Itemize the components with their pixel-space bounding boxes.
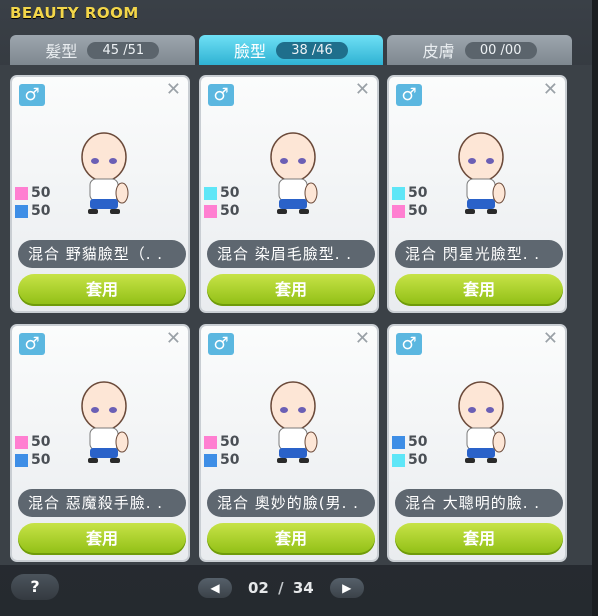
stat-row: 50 <box>15 184 50 202</box>
apply-button[interactable]: 套用 <box>395 523 563 555</box>
beauty-room-window: BEAUTY ROOM 髮型 45 /51 臉型 38 /46 皮膚 00 /0… <box>0 0 598 616</box>
avatar-icon <box>270 132 318 214</box>
face-card[interactable]: ♂ ✕ 50 50 <box>387 324 567 562</box>
apply-button[interactable]: 套用 <box>18 274 186 306</box>
male-icon: ♂ <box>19 84 45 106</box>
avatar-icon <box>81 381 129 463</box>
stat-value: 50 <box>408 452 428 468</box>
stat-value: 50 <box>220 452 240 468</box>
window-title: BEAUTY ROOM <box>10 4 139 22</box>
tab-face-label: 臉型 <box>234 42 267 61</box>
category-tabs: 髮型 45 /51 臉型 38 /46 皮膚 00 /00 <box>10 35 573 65</box>
tab-face[interactable]: 臉型 38 /46 <box>198 35 384 65</box>
stat-row: 50 <box>392 451 427 469</box>
male-icon: ♂ <box>396 84 422 106</box>
male-icon: ♂ <box>19 333 45 355</box>
close-icon[interactable]: ✕ <box>355 330 370 348</box>
tab-face-count: 38 /46 <box>276 41 349 59</box>
stats: 50 50 <box>392 184 427 220</box>
face-name: 混合 大聰明的臉. . <box>395 489 563 517</box>
color-swatch <box>15 186 28 200</box>
face-card[interactable]: ♂ ✕ 50 50 <box>10 75 190 313</box>
help-button[interactable]: ? <box>11 574 59 600</box>
close-icon[interactable]: ✕ <box>543 81 558 99</box>
close-icon[interactable]: ✕ <box>166 330 181 348</box>
avatar-icon <box>270 381 318 463</box>
stat-value: 50 <box>408 434 428 450</box>
color-swatch <box>204 453 217 467</box>
stat-value: 50 <box>220 185 240 201</box>
stat-row: 50 <box>204 184 239 202</box>
face-name: 混合 奧妙的臉(男. . <box>207 489 375 517</box>
close-icon[interactable]: ✕ <box>543 330 558 348</box>
stats: 50 50 <box>392 433 427 469</box>
stat-value: 50 <box>220 434 240 450</box>
stat-row: 50 <box>392 433 427 451</box>
stats: 50 50 <box>204 433 239 469</box>
page-indicator: 02 / 34 <box>248 579 314 597</box>
apply-button[interactable]: 套用 <box>395 274 563 306</box>
stat-value: 50 <box>31 434 51 450</box>
next-page-button[interactable]: ▶ <box>329 578 364 598</box>
color-swatch <box>204 186 217 200</box>
male-icon: ♂ <box>208 333 234 355</box>
face-card[interactable]: ♂ ✕ 50 50 <box>199 75 379 313</box>
stat-value: 50 <box>408 203 428 219</box>
pagination: ◀ 02 / 34 ▶ <box>198 578 364 598</box>
apply-button[interactable]: 套用 <box>18 523 186 555</box>
color-swatch <box>392 204 405 218</box>
color-swatch <box>204 435 217 449</box>
tab-hair-label: 髮型 <box>45 42 78 61</box>
prev-page-button[interactable]: ◀ <box>198 578 232 598</box>
face-name: 混合 染眉毛臉型. . <box>207 240 375 268</box>
tab-hair-count: 45 /51 <box>87 41 160 59</box>
avatar-icon <box>81 132 129 214</box>
tab-skin[interactable]: 皮膚 00 /00 <box>387 35 573 65</box>
tab-skin-count: 00 /00 <box>464 41 537 59</box>
face-card[interactable]: ♂ ✕ 50 50 <box>199 324 379 562</box>
stat-value: 50 <box>31 203 51 219</box>
face-name: 混合 野貓臉型（. . <box>18 240 186 268</box>
stat-row: 50 <box>392 202 427 220</box>
stats: 50 50 <box>15 433 50 469</box>
tab-skin-label: 皮膚 <box>422 42 455 61</box>
color-swatch <box>392 435 405 449</box>
avatar-icon <box>458 132 506 214</box>
color-swatch <box>204 204 217 218</box>
stat-row: 50 <box>204 433 239 451</box>
male-icon: ♂ <box>396 333 422 355</box>
apply-button[interactable]: 套用 <box>207 523 375 555</box>
face-name: 混合 惡魔殺手臉. . <box>18 489 186 517</box>
stat-row: 50 <box>15 433 50 451</box>
apply-button[interactable]: 套用 <box>207 274 375 306</box>
face-card[interactable]: ♂ ✕ 50 50 <box>387 75 567 313</box>
color-swatch <box>15 453 28 467</box>
stat-row: 50 <box>204 202 239 220</box>
color-swatch <box>392 186 405 200</box>
page-separator: / <box>278 579 284 597</box>
tab-hair[interactable]: 髮型 45 /51 <box>10 35 195 65</box>
color-swatch <box>15 204 28 218</box>
stat-row: 50 <box>392 184 427 202</box>
stat-value: 50 <box>31 452 51 468</box>
stat-value: 50 <box>31 185 51 201</box>
color-swatch <box>392 453 405 467</box>
color-swatch <box>15 435 28 449</box>
stat-row: 50 <box>204 451 239 469</box>
stats: 50 50 <box>15 184 50 220</box>
close-icon[interactable]: ✕ <box>355 81 370 99</box>
stat-row: 50 <box>15 451 50 469</box>
avatar-icon <box>458 381 506 463</box>
stat-row: 50 <box>15 202 50 220</box>
face-name: 混合 閃星光臉型. . <box>395 240 563 268</box>
total-pages: 34 <box>292 579 314 597</box>
stats: 50 50 <box>204 184 239 220</box>
stat-value: 50 <box>408 185 428 201</box>
male-icon: ♂ <box>208 84 234 106</box>
stat-value: 50 <box>220 203 240 219</box>
close-icon[interactable]: ✕ <box>166 81 181 99</box>
face-card[interactable]: ♂ ✕ 50 50 <box>10 324 190 562</box>
current-page: 02 <box>248 579 269 597</box>
